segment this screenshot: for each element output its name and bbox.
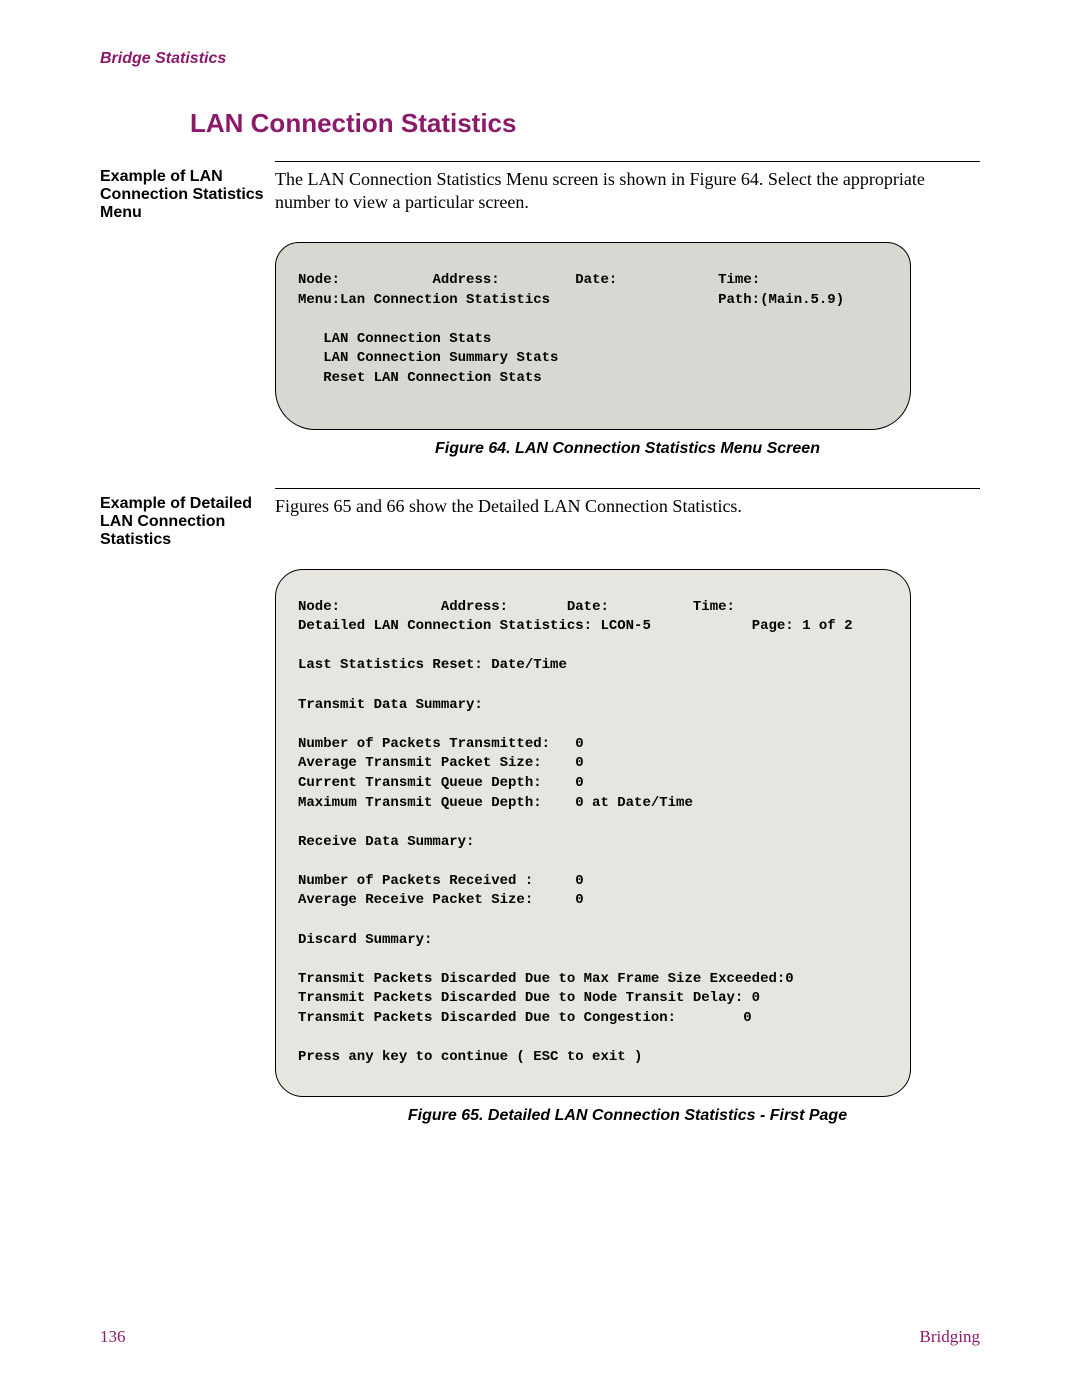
f64-menu: Menu:Lan Connection Statistics [298,292,550,308]
section-heading: LAN Connection Statistics [190,108,980,139]
figure-65-caption: Figure 65. Detailed LAN Connection Stati… [275,1107,980,1125]
figure-64-caption: Figure 64. LAN Connection Statistics Men… [275,440,980,458]
rule-2 [275,488,980,489]
f65-rx-header: Receive Data Summary: [298,834,474,850]
f65-tx-curq: Current Transmit Queue Depth: 0 [298,775,584,791]
f64-item2: LAN Connection Summary Stats [323,350,558,366]
body-para-2: Figures 65 and 66 show the Detailed LAN … [275,495,980,549]
figure-65-terminal: Node: Address: Date: Time: Detailed LAN … [275,569,911,1097]
f65-tx-avg: Average Transmit Packet Size: 0 [298,755,584,771]
footer-label: Bridging [920,1327,980,1347]
f64-time: Time: [718,272,760,288]
body-para-1: The LAN Connection Statistics Menu scree… [275,168,980,222]
f65-disc1: Transmit Packets Discarded Due to Max Fr… [298,971,794,987]
f65-disc-header: Discard Summary: [298,932,432,948]
page-number: 136 [100,1327,126,1347]
f65-node: Node: [298,599,340,615]
f64-address: Address: [432,272,499,288]
f64-node: Node: [298,272,340,288]
f65-disc3: Transmit Packets Discarded Due to Conges… [298,1010,752,1026]
f65-tx-maxq: Maximum Transmit Queue Depth: 0 at Date/… [298,795,693,811]
f65-title: Detailed LAN Connection Statistics: LCON… [298,618,651,634]
f65-tx-pkts: Number of Packets Transmitted: 0 [298,736,584,752]
f65-pageinfo: Page: 1 of 2 [752,618,853,634]
f64-path: Path:(Main.5.9) [718,292,844,308]
f64-item1: LAN Connection Stats [323,331,491,347]
f65-rx-pkts: Number of Packets Received : 0 [298,873,584,889]
f64-date: Date: [575,272,617,288]
f64-item3: Reset LAN Connection Stats [323,370,541,386]
sidehead-2: Example of Detailed LAN Connection Stati… [100,495,275,549]
f65-date: Date: [567,599,609,615]
f65-reset: Last Statistics Reset: Date/Time [298,657,567,673]
f65-time: Time: [693,599,735,615]
running-header: Bridge Statistics [100,50,980,68]
f65-address: Address: [441,599,508,615]
f65-tx-header: Transmit Data Summary: [298,697,483,713]
rule [275,161,980,162]
figure-64-terminal: Node: Address: Date: Time: Menu:Lan Conn… [275,242,911,430]
f65-prompt: Press any key to continue ( ESC to exit … [298,1049,642,1065]
f65-disc2: Transmit Packets Discarded Due to Node T… [298,990,760,1006]
sidehead-1: Example of LAN Connection Statistics Men… [100,168,275,222]
f65-rx-avg: Average Receive Packet Size: 0 [298,892,584,908]
